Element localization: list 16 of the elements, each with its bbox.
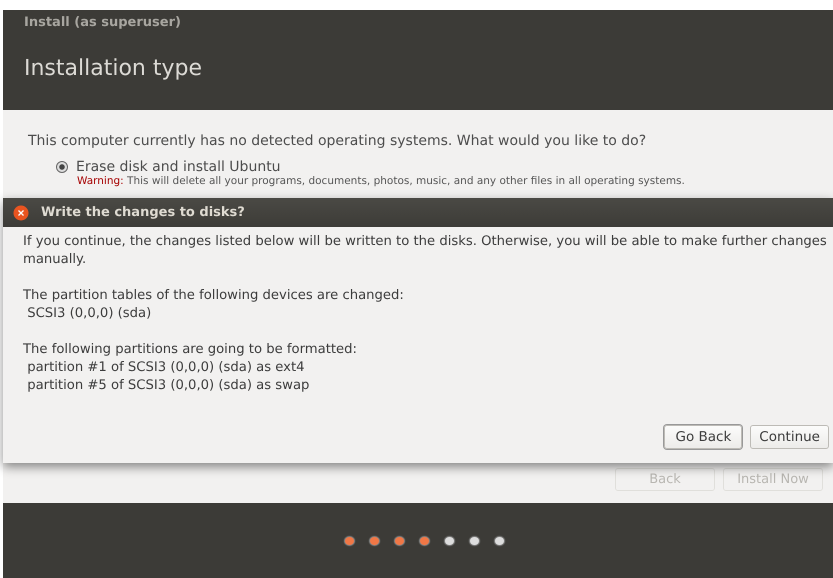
question-text: This computer currently has no detected operating systems. What would you like to do? bbox=[28, 133, 646, 149]
dialog-text: The partition tables of the following devices are changed: bbox=[23, 287, 404, 305]
dialog-text: partition #5 of SCSI3 (0,0,0) (sda) as swap bbox=[26, 377, 310, 395]
go-back-button[interactable]: Go Back bbox=[664, 425, 742, 449]
dialog-text: If you continue, the changes listed below will be written to the disks. Otherwise, you will be able to make further changes manually. bbox=[23, 233, 828, 269]
page-heading: Installation type bbox=[24, 56, 202, 81]
close-icon[interactable] bbox=[13, 204, 29, 220]
dialog-text: The following partitions are going to be formatted: bbox=[23, 341, 357, 359]
dialog-text: SCSI3 (0,0,0) (sda) bbox=[26, 305, 152, 323]
dialog-title: Write the changes to disks? bbox=[41, 205, 245, 220]
continue-button[interactable]: Continue bbox=[750, 425, 829, 449]
dialog-text: partition #1 of SCSI3 (0,0,0) (sda) as ext4 bbox=[26, 359, 305, 377]
window-title: Install (as superuser) bbox=[24, 15, 181, 30]
option-label[interactable]: Erase disk and install Ubuntu bbox=[76, 159, 281, 175]
radio-button[interactable] bbox=[56, 161, 68, 173]
warning-text: Warning: This will delete all your programs, documents, photos, music, and any other files in all operating systems. bbox=[77, 175, 685, 187]
